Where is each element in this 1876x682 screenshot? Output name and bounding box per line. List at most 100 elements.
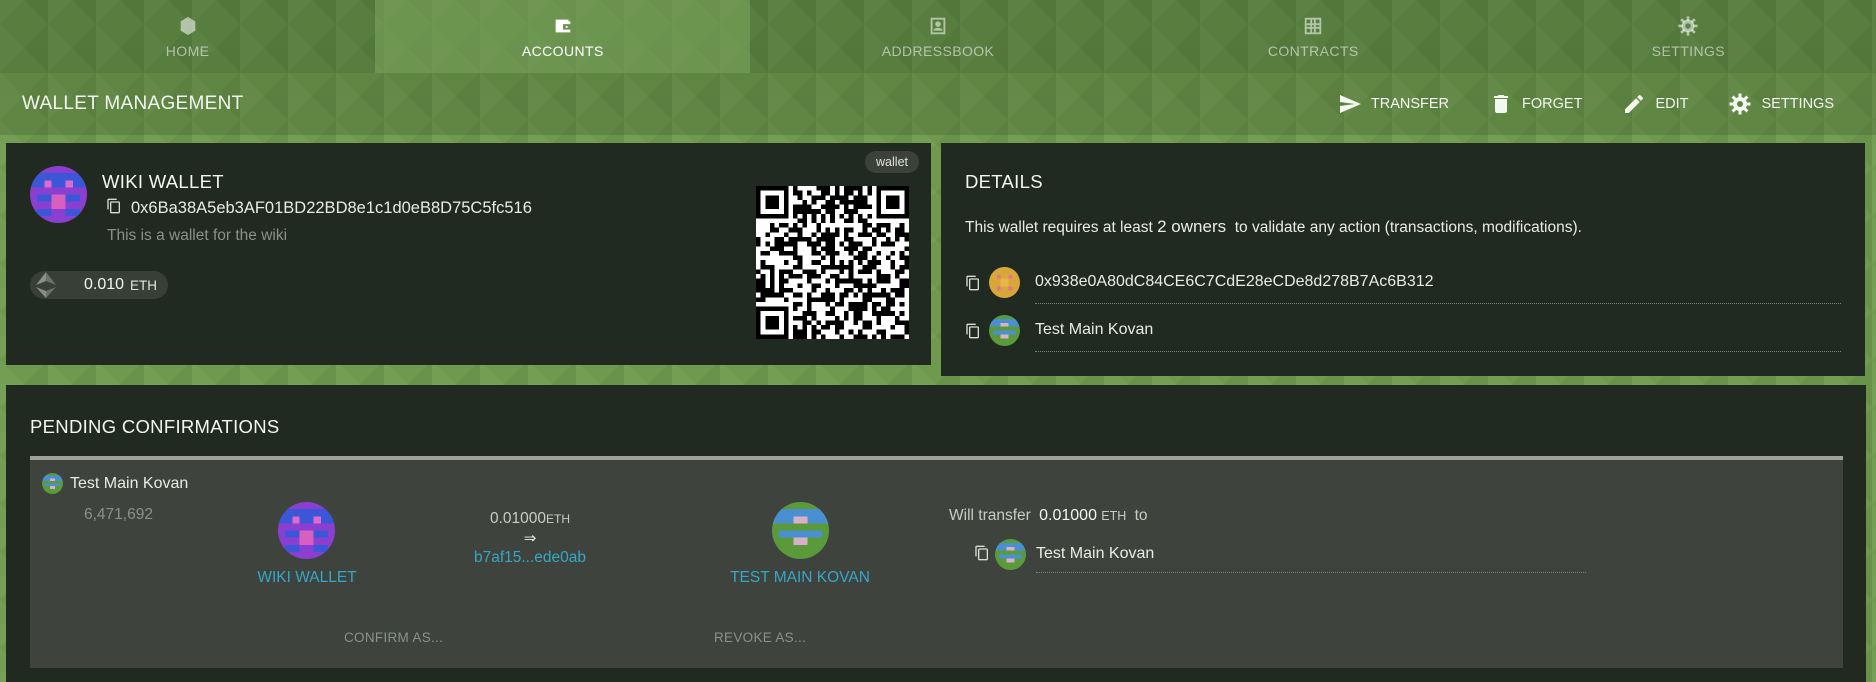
tab-contracts[interactable]: CONTRACTS [1126,0,1501,73]
forget-button[interactable]: FORGET [1469,92,1602,116]
tab-home[interactable]: HOME [0,0,375,73]
qr-module [867,186,872,191]
tab-accounts[interactable]: ACCOUNTS [375,0,751,73]
settings-button-label: SETTINGS [1761,96,1834,112]
qr-module [834,278,840,284]
qr-module [825,278,831,284]
qr-module [895,186,900,191]
qr-module [779,213,784,219]
qr-module [871,334,877,339]
pending-title: PENDING CONFIRMATIONS [30,416,280,437]
qr-module [769,320,775,326]
transaction-hash-link[interactable]: b7af15...ede0ab [450,549,610,567]
qr-module [899,288,905,293]
qr-module [876,269,882,275]
qr-module [783,204,789,210]
qr-module [867,325,872,330]
qr-module [788,237,794,242]
qr-module [820,195,826,200]
qr-module [858,334,863,339]
qr-module [816,241,821,247]
revoke-as-button[interactable]: REVOKE AS... [714,630,806,645]
amount-value: 0.01000 [489,510,547,527]
qr-module [779,283,784,288]
qr-module [862,301,868,307]
qr-module [797,204,803,210]
qr-module [760,264,766,270]
edit-button[interactable]: EDIT [1602,92,1708,116]
qr-module [807,190,812,196]
qr-module [885,195,891,200]
qr-module [876,274,882,279]
qr-module [756,329,761,335]
qr-module [844,209,849,214]
qr-module [811,288,817,293]
qr-module [881,334,886,339]
qr-module [769,269,775,275]
qr-module [834,315,840,321]
wallet-address: 0x6Ba38A5eb3AF01BD22BD8e1c1d0eB8D75C5fc5… [131,199,532,217]
qr-module [853,246,858,251]
qr-module [853,315,858,321]
copy-icon[interactable] [965,275,981,291]
qr-module [876,315,882,321]
qr-module [774,334,780,339]
qr-module [769,246,775,251]
qr-module [834,190,840,196]
qr-module [858,260,863,265]
qr-module [769,278,775,284]
qr-module [830,320,835,326]
qr-module [858,218,863,224]
settings-button[interactable]: SETTINGS [1708,92,1854,116]
transfer-button[interactable]: TRANSFER [1318,92,1469,116]
qr-module [867,278,872,284]
qr-module [853,334,858,339]
qr-module [848,241,854,247]
tab-home-label: HOME [165,42,210,59]
qr-module [820,186,826,191]
qr-module [871,260,877,265]
owner-avatar [42,473,63,494]
qr-module [807,269,812,275]
qr-module [816,227,821,233]
divider [1035,303,1841,304]
qr-module [783,186,789,191]
details-card: DETAILS This wallet requires at least 2 … [941,143,1865,376]
from-wallet-link[interactable]: WIKI WALLET [252,569,362,587]
copy-icon[interactable] [106,198,122,214]
qr-module [862,283,868,288]
qr-module [797,334,803,339]
qr-module [899,320,905,326]
qr-module [825,227,831,233]
qr-module [825,199,831,205]
qr-module [793,255,798,261]
qr-module [839,325,845,330]
qr-module [779,250,784,256]
qr-module [890,213,896,219]
qr-module [844,315,849,321]
qr-module [811,241,817,247]
qr-module [853,241,858,247]
qr-module [858,315,863,321]
qr-module [765,315,770,321]
qr-module [848,260,854,265]
qr-module [765,334,770,339]
qr-module [885,306,891,312]
qr-module [760,186,766,191]
to-account-link[interactable]: TEST MAIN KOVAN [710,569,890,587]
copy-icon[interactable] [974,545,990,561]
qr-module [881,213,886,219]
tab-addressbook[interactable]: ADDRESSBOOK [750,0,1125,73]
qr-module [774,195,780,200]
qr-module [876,292,882,298]
copy-icon[interactable] [965,323,981,339]
tab-settings[interactable]: SETTINGS [1501,0,1876,73]
qr-module [811,283,817,288]
qr-module [858,199,863,205]
confirm-as-button[interactable]: CONFIRM AS... [344,630,443,645]
qr-module [890,250,896,256]
qr-module [885,237,891,242]
will-transfer-text: Will transfer [949,507,1031,524]
qr-module [876,329,882,335]
send-icon [1339,95,1361,113]
